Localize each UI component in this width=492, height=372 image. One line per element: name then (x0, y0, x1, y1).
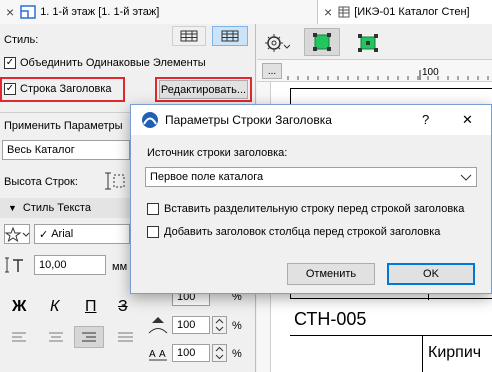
tab-floor-plan[interactable]: × 1. 1-й этаж [1. 1-й этаж] (0, 0, 318, 24)
column-header-label: Добавить заголовок столбца перед строкой… (164, 226, 441, 238)
merge-elements-option[interactable]: ✓ Объединить Одинаковые Элементы (4, 57, 206, 69)
table-grid-icon (221, 30, 239, 42)
tab-close-icon[interactable]: × (6, 4, 14, 20)
apply-params-label: Применить Параметры (4, 120, 123, 132)
font-size-unit: мм (112, 261, 128, 273)
style-option-2-button[interactable] (212, 26, 248, 46)
align-center-icon[interactable] (48, 332, 64, 344)
spacing-value-2: 100 (177, 319, 196, 331)
italic-button[interactable]: К (50, 298, 59, 316)
font-favorite-icon[interactable] (4, 224, 30, 244)
select-element-button[interactable] (304, 28, 340, 56)
table-divider (422, 336, 423, 372)
select-element-icon (313, 33, 331, 51)
header-row-label: Строка Заголовка (20, 83, 112, 95)
table-style-icon (180, 30, 198, 42)
table-rule (290, 298, 492, 299)
tab-close-icon[interactable]: × (324, 4, 332, 20)
collapse-arrow-icon: ▼ (8, 203, 17, 213)
svg-text:A: A (149, 349, 156, 360)
source-value: Первое поле каталога (150, 171, 264, 183)
table-row[interactable]: СТН-005 (290, 300, 492, 336)
table-row[interactable]: Кирпич (290, 336, 492, 372)
row-height-icon[interactable] (104, 171, 126, 191)
row-height-label: Высота Строк: (4, 176, 78, 188)
text-style-header[interactable]: ▼ Стиль Текста (0, 198, 130, 218)
apply-scope-value: Весь Каталог (7, 144, 75, 156)
tab-schedule[interactable]: × [ИКЭ-01 Каталог Стен] (318, 0, 492, 24)
spacing-value-3: 100 (177, 347, 196, 359)
cancel-button[interactable]: Отменить (287, 263, 375, 285)
ruler-menu-button[interactable]: ... (262, 63, 282, 79)
tab-floor-plan-title: 1. 1-й этаж [1. 1-й этаж] (40, 6, 160, 18)
spacing-input-3[interactable]: 100 (172, 344, 210, 362)
apply-scope-select[interactable]: Весь Каталог (2, 140, 130, 160)
align-justify-icon[interactable] (118, 332, 134, 344)
font-size-icon (5, 257, 23, 273)
char-spacing-stepper-icon[interactable] (212, 344, 228, 362)
select-group-icon[interactable] (356, 32, 380, 54)
header-row-dialog: Параметры Строки Заголовка ? ✕ Источник … (130, 104, 492, 294)
spacing-stepper-icon[interactable] (212, 316, 228, 334)
dialog-close-button[interactable]: ✕ (462, 112, 473, 128)
strikethrough-button[interactable]: З (118, 298, 128, 316)
font-size-input[interactable]: 10,00 (34, 255, 106, 275)
spacing-input-2[interactable]: 100 (172, 316, 210, 334)
font-family-value: Arial (51, 228, 74, 240)
font-family-select[interactable]: ✓ Arial (34, 224, 130, 244)
style-label: Стиль: (4, 34, 39, 46)
tab-schedule-title: [ИКЭ-01 Каталог Стен] (354, 6, 470, 18)
separator-row-option[interactable]: Вставить разделительную строку перед стр… (147, 203, 464, 215)
floor-plan-icon (20, 5, 36, 19)
font-size-value: 10,00 (39, 259, 67, 271)
dialog-title: Параметры Строки Заголовка (165, 113, 332, 127)
text-style-header-label: Стиль Текста (22, 202, 91, 214)
svg-text:A: A (159, 349, 166, 360)
align-right-button[interactable] (74, 326, 104, 348)
settings-gear-icon[interactable] (264, 32, 290, 54)
schedule-icon (338, 6, 350, 18)
underline-button[interactable]: П (85, 298, 97, 316)
source-label: Источник строки заголовка: (147, 147, 288, 159)
table-cell-material: Кирпич (428, 344, 482, 361)
bold-button[interactable]: Ж (12, 298, 26, 316)
merge-label: Объединить Одинаковые Элементы (20, 57, 206, 69)
align-right-icon (82, 332, 96, 342)
chevron-down-icon (460, 174, 472, 181)
spacing-unit-2: % (232, 320, 242, 332)
dialog-titlebar: Параметры Строки Заголовка ? ✕ (131, 105, 491, 135)
separator-row-checkbox[interactable] (147, 203, 159, 215)
merge-checkbox[interactable]: ✓ (4, 57, 16, 69)
ok-button[interactable]: OK (387, 263, 475, 285)
separator-row-label: Вставить разделительную строку перед стр… (164, 203, 465, 215)
align-left-icon[interactable] (12, 332, 28, 344)
line-spacing-icon (148, 317, 168, 334)
ruler-ticks (287, 70, 489, 80)
check-icon: ✓ (39, 228, 49, 241)
column-header-checkbox[interactable] (147, 226, 159, 238)
style-option-1-button[interactable] (172, 26, 206, 46)
column-header-option[interactable]: Добавить заголовок столбца перед строкой… (147, 226, 440, 238)
edit-button[interactable]: Редактировать... (159, 80, 248, 99)
archicad-logo-icon (142, 112, 158, 128)
header-row-option[interactable]: ✓ Строка Заголовка (4, 83, 112, 95)
spacing-unit-3: % (232, 348, 242, 360)
ruler-label: 100 (422, 67, 439, 78)
char-spacing-icon: A A (149, 349, 167, 361)
header-row-checkbox[interactable]: ✓ (4, 83, 16, 95)
table-cell-id: СТН-005 (294, 309, 367, 329)
help-button[interactable]: ? (422, 112, 429, 127)
dialog-body: Источник строки заголовка: Первое поле к… (131, 135, 491, 293)
source-select[interactable]: Первое поле каталога (145, 167, 477, 187)
